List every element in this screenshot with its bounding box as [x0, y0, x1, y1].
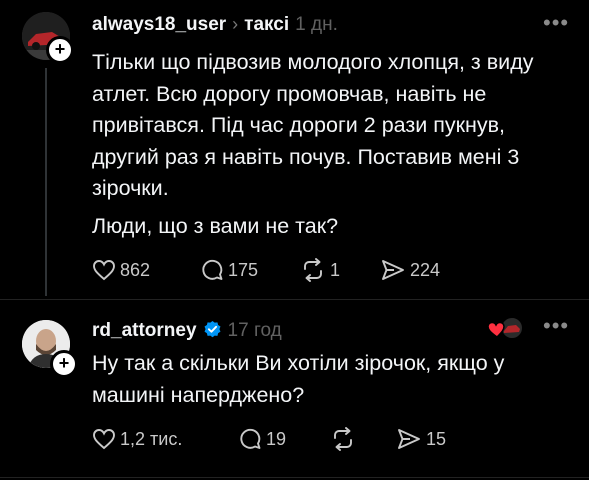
- post-paragraph: Тільки що підвозив молодого хлопця, з ви…: [92, 50, 534, 200]
- divider: [0, 477, 589, 478]
- heart-icon: [93, 260, 115, 281]
- reply-button[interactable]: 19: [238, 427, 330, 451]
- post-text: Тільки що підвозив молодого хлопця, з ви…: [92, 47, 572, 242]
- repost-icon: [304, 258, 322, 282]
- like-count: 862: [120, 259, 151, 280]
- reply-count: 19: [266, 428, 287, 449]
- thread-line: [45, 68, 47, 296]
- timestamp: 17 год: [227, 320, 282, 341]
- comment-icon: [202, 259, 223, 280]
- post-header: rd_attorney 17 год: [92, 317, 282, 342]
- post-paragraph: Люди, що з вами не так?: [92, 213, 339, 238]
- topic-tag[interactable]: таксі: [244, 14, 289, 36]
- comment-icon: [240, 428, 261, 449]
- send-icon: [382, 260, 404, 280]
- repost-button[interactable]: 1: [300, 258, 380, 282]
- repost-button[interactable]: [330, 427, 396, 451]
- username[interactable]: rd_attorney: [92, 320, 197, 342]
- verified-badge-icon: [204, 320, 221, 338]
- share-count: 15: [426, 428, 447, 449]
- chevron-right-icon: ›: [232, 14, 239, 34]
- like-button[interactable]: 862: [92, 259, 200, 281]
- reply-button[interactable]: 175: [200, 258, 300, 282]
- share-count: 224: [410, 259, 441, 280]
- repost-count: 1: [330, 259, 341, 280]
- post-1: + always18_user › таксі 1 дн. ••• Тільки…: [0, 0, 589, 300]
- username[interactable]: always18_user: [92, 14, 226, 36]
- more-options-icon[interactable]: •••: [543, 10, 569, 36]
- post-actions: 1,2 тис. 19 15: [92, 427, 446, 451]
- post-actions: 862 175 1 224: [92, 258, 440, 282]
- timestamp: 1 дн.: [295, 14, 338, 35]
- like-count: 1,2 тис.: [120, 428, 183, 449]
- more-options-icon[interactable]: •••: [543, 313, 569, 339]
- send-icon: [398, 429, 420, 449]
- post-header: always18_user › таксі 1 дн.: [92, 14, 338, 36]
- post-text: Ну так а скільки Ви хотіли зірочок, якщо…: [92, 351, 505, 407]
- reply-count: 175: [228, 259, 259, 280]
- post-2: + rd_attorney 17 год ••• Ну так а скільк…: [0, 300, 589, 480]
- liked-by-author-icon: [486, 315, 526, 341]
- share-button[interactable]: 224: [380, 258, 440, 282]
- repost-icon: [334, 427, 352, 451]
- like-button[interactable]: 1,2 тис.: [92, 428, 238, 450]
- heart-icon: [93, 429, 115, 450]
- follow-plus-icon[interactable]: +: [50, 350, 78, 378]
- share-button[interactable]: 15: [396, 427, 446, 451]
- follow-plus-icon[interactable]: +: [46, 36, 74, 64]
